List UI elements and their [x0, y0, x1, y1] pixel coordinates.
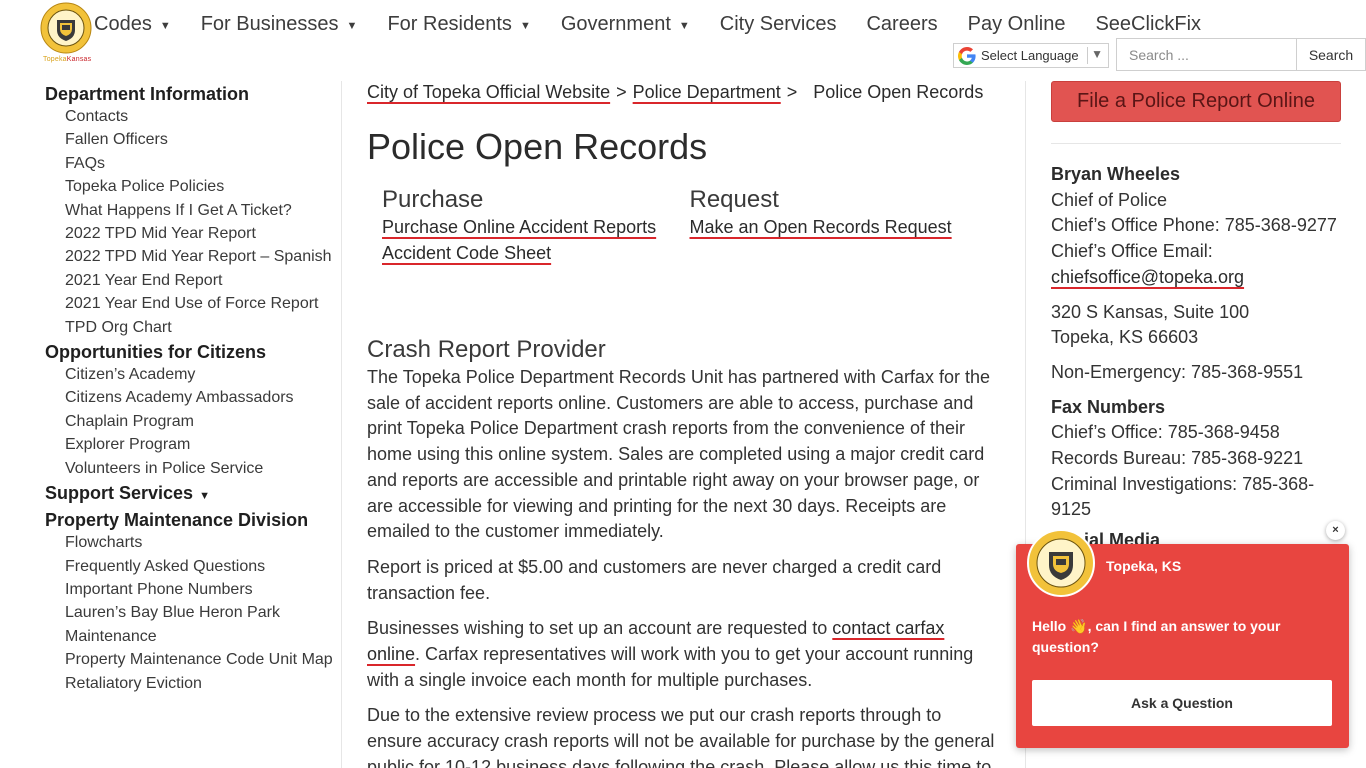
divider	[1051, 143, 1341, 144]
sidebar-item[interactable]: Frequently Asked Questions	[65, 555, 335, 578]
sidebar-item[interactable]: 2022 TPD Mid Year Report – Spanish	[65, 245, 335, 268]
breadcrumb-current: Police Open Records	[813, 82, 984, 102]
breadcrumb-separator: >	[616, 82, 627, 102]
records-columns: Purchase Purchase Online Accident Report…	[367, 186, 997, 266]
nav-government[interactable]: Government ▼	[561, 13, 690, 36]
file-police-report-button[interactable]: File a Police Report Online	[1051, 81, 1341, 122]
search-input[interactable]	[1116, 38, 1297, 71]
nav-for-residents[interactable]: For Residents ▼	[387, 13, 530, 36]
sidebar-item[interactable]: Important Phone Numbers	[65, 578, 335, 601]
sidebar-heading-opportunities[interactable]: Opportunities for Citizens	[45, 341, 335, 363]
divider	[341, 81, 342, 768]
sidebar-item[interactable]: Contacts	[65, 105, 335, 128]
chief-email-label: Chief’s Office Email:	[1051, 241, 1213, 262]
language-select[interactable]: Select Language ▼	[953, 43, 1109, 68]
site-header: TopekaKansas Codes ▼ For Businesses ▼ For …	[0, 0, 1366, 80]
paragraph: The Topeka Police Department Records Uni…	[367, 367, 990, 542]
paragraph: Report is priced at $5.00 and customers …	[367, 556, 942, 603]
request-heading: Request	[689, 186, 779, 213]
main-nav: Codes ▼ For Businesses ▼ For Residents ▼ Go…	[94, 13, 1231, 36]
sidebar-item[interactable]: Flowcharts	[65, 531, 335, 554]
paragraph: Businesses wishing to set up an account …	[367, 618, 974, 690]
address-line: Topeka, KS 66603	[1051, 327, 1199, 348]
close-icon[interactable]: ×	[1326, 521, 1345, 540]
sidebar-item[interactable]: 2021 Year End Report	[65, 269, 335, 292]
chief-contact: Bryan Wheeles Chief of Police Chief’s Of…	[1051, 162, 1341, 291]
sidebar-item[interactable]: FAQs	[65, 152, 335, 175]
sidebar-item[interactable]: Chaplain Program	[65, 410, 335, 433]
chevron-down-icon: ▼	[1091, 47, 1103, 61]
wave-icon: 👋	[1070, 618, 1088, 634]
caret-down-icon: ▼	[159, 20, 171, 32]
chief-title: Chief of Police	[1051, 189, 1168, 210]
purchase-accident-reports-link[interactable]: Purchase Online Accident Reports	[382, 215, 656, 240]
sidebar-nav: Department Information Contacts Fallen O…	[45, 81, 335, 695]
chat-message: Hello 👋, can I find an answer to your qu…	[1032, 618, 1281, 655]
search-button[interactable]: Search	[1296, 38, 1366, 71]
sidebar-item[interactable]: Retaliatory Eviction	[65, 672, 335, 695]
nav-for-businesses[interactable]: For Businesses ▼	[201, 13, 358, 36]
section-heading: Crash Report Provider	[367, 336, 606, 363]
non-emergency: Non-Emergency: 785-368-9551	[1051, 361, 1304, 382]
sidebar-heading-support-services[interactable]: Support Services ▼	[45, 482, 335, 507]
chat-name: Topeka, KS	[1106, 558, 1182, 574]
sidebar-item[interactable]: 2021 Year End Use of Force Report	[65, 292, 335, 315]
sidebar-list: Flowcharts Frequently Asked Questions Im…	[45, 531, 335, 695]
fax-records: Records Bureau: 785-368-9221	[1051, 448, 1304, 469]
logo-tagline: TopekaKansas	[43, 56, 92, 63]
sidebar-item[interactable]: What Happens If I Get A Ticket?	[65, 199, 335, 222]
address-line: 320 S Kansas, Suite 100	[1051, 301, 1250, 322]
sidebar-item[interactable]: Fallen Officers	[65, 128, 335, 151]
sidebar-heading-property-maintenance[interactable]: Property Maintenance Division	[45, 509, 335, 531]
fax-numbers: Fax Numbers Chief’s Office: 785-368-9458…	[1051, 395, 1341, 524]
caret-down-icon: ▼	[199, 490, 210, 503]
language-select-label: Select Language	[981, 48, 1079, 63]
sidebar-list: Contacts Fallen Officers FAQs Topeka Pol…	[45, 105, 335, 339]
sidebar-item[interactable]: Topeka Police Policies	[65, 175, 335, 198]
page-title: Police Open Records	[367, 126, 708, 167]
caret-down-icon: ▼	[346, 20, 358, 32]
contact-sidebar: File a Police Report Online Bryan Wheele…	[1051, 81, 1341, 523]
chief-phone: Chief’s Office Phone: 785-368-9277	[1051, 215, 1337, 236]
breadcrumb-separator: >	[786, 82, 798, 102]
sidebar-item[interactable]: Lauren’s Bay Blue Heron Park Maintenance	[65, 601, 335, 648]
purchase-heading: Purchase	[382, 186, 484, 213]
sidebar-heading-department-information[interactable]: Department Information	[45, 83, 335, 105]
chat-seal-logo	[1027, 529, 1095, 597]
breadcrumb-home[interactable]: City of Topeka Official Website	[367, 82, 610, 102]
nav-careers[interactable]: Careers	[866, 13, 937, 36]
purchase-column: Purchase Purchase Online Accident Report…	[382, 186, 690, 266]
ask-question-button[interactable]: Ask a Question	[1032, 680, 1332, 726]
sidebar-item[interactable]: TPD Org Chart	[65, 316, 335, 339]
fax-heading: Fax Numbers	[1051, 396, 1166, 417]
accident-code-sheet-link[interactable]: Accident Code Sheet	[382, 241, 551, 266]
request-column: Request Make an Open Records Request	[690, 186, 998, 266]
city-seal-logo[interactable]	[40, 2, 92, 54]
sidebar-item[interactable]: Citizens Academy Ambassadors	[65, 386, 335, 409]
sidebar-item[interactable]: Citizen’s Academy	[65, 363, 335, 386]
google-icon	[958, 46, 976, 65]
breadcrumb: City of Topeka Official Website > Police D…	[367, 80, 997, 104]
divider	[1087, 47, 1088, 64]
nav-city-services[interactable]: City Services	[720, 13, 837, 36]
sidebar-list: Citizen’s Academy Citizens Academy Ambas…	[45, 363, 335, 480]
open-records-request-link[interactable]: Make an Open Records Request	[690, 215, 952, 240]
chief-email-link[interactable]: chiefsoffice@topeka.org	[1051, 267, 1244, 287]
fax-chief: Chief’s Office: 785-368-9458	[1051, 422, 1280, 443]
address: 320 S Kansas, Suite 100 Topeka, KS 66603	[1051, 300, 1341, 351]
sidebar-item[interactable]: 2022 TPD Mid Year Report	[65, 222, 335, 245]
chief-name: Bryan Wheeles	[1051, 164, 1181, 184]
sidebar-item[interactable]: Property Maintenance Code Unit Map	[65, 648, 335, 671]
fax-criminal: Criminal Investigations: 785-368-9125	[1051, 473, 1315, 520]
sidebar-item[interactable]: Volunteers in Police Service	[65, 457, 335, 480]
main-content: City of Topeka Official Website > Police D…	[367, 80, 997, 768]
sidebar-item[interactable]: Explorer Program	[65, 433, 335, 456]
caret-down-icon: ▼	[678, 20, 690, 32]
nav-pay-online[interactable]: Pay Online	[968, 13, 1066, 36]
breadcrumb-police-department[interactable]: Police Department	[633, 82, 781, 102]
nav-codes[interactable]: Codes ▼	[94, 13, 171, 36]
caret-down-icon: ▼	[519, 20, 531, 32]
paragraph: Due to the extensive review process we p…	[367, 705, 995, 768]
nav-seeclickfix[interactable]: SeeClickFix	[1095, 13, 1201, 36]
